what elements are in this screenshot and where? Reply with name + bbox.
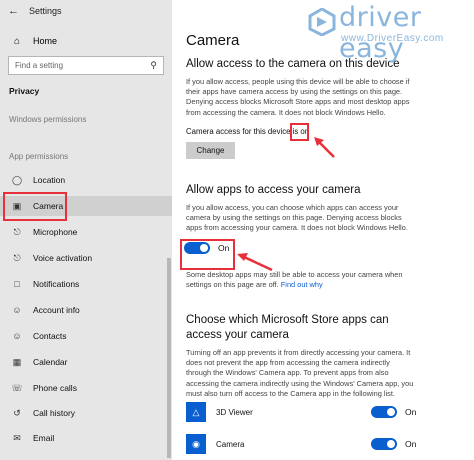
sidebar-item-phone-calls[interactable]: ☏ Phone calls <box>0 378 172 398</box>
status-on-highlight-box <box>290 123 309 141</box>
sidebar-item-email[interactable]: ✉ Email <box>0 428 172 448</box>
search-box[interactable]: Find a setting ⚲ <box>8 56 164 75</box>
camera-app-icon: ◉ <box>186 434 206 454</box>
microphone-icon: ⎋ <box>13 226 21 237</box>
contacts-icon: ☺ <box>12 331 22 341</box>
voice-activation-icon: ⎋ <box>13 252 21 263</box>
call-history-icon: ↺ <box>13 407 21 418</box>
sidebar-item-account-info[interactable]: ☺ Account info <box>0 300 172 320</box>
sidebar-item-notifications[interactable]: □ Notifications <box>0 274 172 294</box>
section-store-apps-description: Turning off an app prevents it from dire… <box>186 348 414 398</box>
window-title: Settings <box>29 6 62 16</box>
sidebar-item-voice-activation[interactable]: ⎋ Voice activation <box>0 248 172 268</box>
app-toggle-camera[interactable] <box>371 438 397 450</box>
account-info-icon: ☺ <box>12 305 22 315</box>
section-apps-access-description: If you allow access, you can choose whic… <box>186 203 408 233</box>
sidebar-item-label: Contacts <box>33 331 67 341</box>
sidebar-item-label: Location <box>33 175 66 185</box>
sidebar-item-label: Voice activation <box>33 253 93 263</box>
sidebar-item-label: Phone calls <box>33 383 77 393</box>
sidebar-item-contacts[interactable]: ☺ Contacts <box>0 326 172 346</box>
calendar-icon: ▦ <box>12 356 22 367</box>
page-title: Camera <box>186 32 240 49</box>
driver-easy-logo-icon <box>308 8 336 36</box>
3d-viewer-icon: △ <box>186 402 206 422</box>
sidebar-item-call-history[interactable]: ↺ Call history <box>0 403 172 423</box>
toggle-highlight-box <box>180 239 235 270</box>
section-windows-permissions: Windows permissions <box>9 115 87 124</box>
app-name: 3D Viewer <box>216 407 253 417</box>
toggle-label: On <box>405 439 417 449</box>
search-input[interactable]: Find a setting <box>15 61 63 70</box>
sidebar-item-label: Call history <box>33 408 76 418</box>
sidebar-item-label: Account info <box>33 305 80 315</box>
sidebar-item-label: Microphone <box>33 227 78 237</box>
nav-home-label: Home <box>33 36 58 46</box>
section-privacy: Privacy <box>9 86 40 96</box>
toggle-label: On <box>405 407 417 417</box>
app-name: Camera <box>216 439 245 449</box>
app-toggle-3d-viewer[interactable] <box>371 406 397 418</box>
main-content: Camera Allow access to the camera on thi… <box>172 0 474 460</box>
sidebar-item-label: Notifications <box>33 279 80 289</box>
title-bar: ← Settings <box>0 0 172 22</box>
sidebar-item-calendar[interactable]: ▦ Calendar <box>0 352 172 372</box>
nav-home[interactable]: ⌂ Home <box>0 31 172 51</box>
sidebar-item-label: Email <box>33 433 55 443</box>
notifications-icon: □ <box>14 279 20 289</box>
location-icon: ◯ <box>11 174 23 185</box>
sidebar-item-location[interactable]: ◯ Location <box>0 170 172 190</box>
sidebar-scrollbar[interactable] <box>167 258 171 458</box>
sidebar-item-label: Calendar <box>33 357 68 367</box>
app-row-3d-viewer: △ 3D Viewer On <box>186 401 466 423</box>
sidebar-item-microphone[interactable]: ⎋ Microphone <box>0 222 172 242</box>
camera-access-status-prefix: Camera access for this device is <box>186 127 301 136</box>
find-out-why-link[interactable]: Find out why <box>281 280 323 289</box>
camera-highlight-box <box>3 192 67 221</box>
change-button[interactable]: Change <box>186 142 235 159</box>
phone-calls-icon: ☏ <box>11 382 23 393</box>
section-store-apps-heading: Choose which Microsoft Store apps can ac… <box>186 314 389 341</box>
driver-easy-watermark: driver easy www.DriverEasy.com <box>300 2 472 64</box>
section-app-permissions: App permissions <box>9 152 69 161</box>
watermark-url: www.DriverEasy.com <box>341 33 444 44</box>
back-arrow-icon[interactable]: ← <box>8 5 19 17</box>
sidebar: ← Settings ⌂ Home Find a setting ⚲ Priva… <box>0 0 172 460</box>
home-icon: ⌂ <box>13 35 21 47</box>
email-icon: ✉ <box>13 432 21 443</box>
search-icon[interactable]: ⚲ <box>150 60 157 71</box>
app-row-camera: ◉ Camera On <box>186 433 466 455</box>
section-device-access-description: If you allow access, people using this d… <box>186 77 410 117</box>
desktop-apps-note: Some desktop apps may still be able to a… <box>186 270 416 290</box>
section-apps-access-heading: Allow apps to access your camera <box>186 184 361 196</box>
